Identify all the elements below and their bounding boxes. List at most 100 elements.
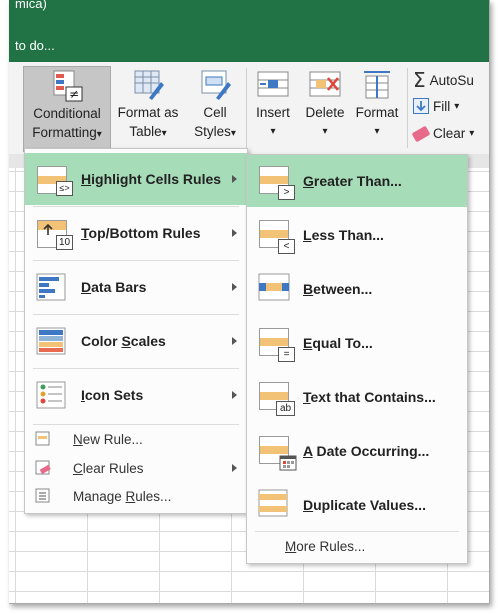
- submenu-arrow-icon: [232, 229, 237, 237]
- conditional-formatting-menu: ≤> Highlight Cells Rules 10 Top/Bottom R…: [24, 148, 248, 514]
- menu-item-label: ata Bars: [91, 279, 147, 295]
- data-bars-icon: [35, 272, 71, 302]
- menu-item-label: ext that Contains...: [310, 389, 436, 405]
- calendar-icon: [257, 434, 297, 471]
- format-button[interactable]: Format ▾: [351, 66, 403, 141]
- chevron-down-icon: ▾: [454, 100, 460, 112]
- autosum-button[interactable]: Σ AutoSu: [413, 68, 474, 92]
- menu-item-label: ighlight Cells Rules: [91, 171, 222, 187]
- submenu-item-between[interactable]: Between...: [247, 263, 467, 315]
- menu-item-label: Date Occurring...: [312, 443, 430, 459]
- ribbon-separator: [246, 68, 247, 148]
- menu-item-icon-sets[interactable]: Icon Sets: [25, 369, 247, 421]
- menu-item-label: ew Rule...: [82, 431, 143, 447]
- submenu-arrow-icon: [232, 283, 237, 291]
- chevron-down-icon: ▾: [322, 126, 328, 137]
- tell-me-box[interactable]: to do...: [15, 38, 55, 53]
- cell-styles-label-2: Styles: [194, 124, 231, 139]
- svg-text:≠: ≠: [69, 87, 79, 101]
- clear-label: Clear: [433, 126, 466, 141]
- insert-button[interactable]: Insert ▾: [249, 66, 297, 141]
- sigma-icon: Σ: [413, 68, 426, 92]
- cell-styles-icon: [198, 68, 232, 102]
- clear-button[interactable]: Clear ▾: [411, 125, 475, 142]
- equal-to-icon: =: [257, 326, 295, 362]
- conditional-formatting-label-1: Conditional: [33, 106, 101, 121]
- chevron-down-icon: ▾: [230, 128, 236, 139]
- duplicate-values-icon: [257, 488, 293, 522]
- submenu-item-greater-than[interactable]: > Greater Than...: [247, 155, 467, 207]
- new-rule-icon: [35, 431, 51, 447]
- title-text: mica): [15, 0, 47, 11]
- submenu-item-text-contains[interactable]: ab Text that Contains...: [247, 371, 467, 423]
- color-scales-icon: [35, 326, 71, 356]
- between-icon: [257, 272, 293, 306]
- menu-item-label: qual To...: [312, 335, 373, 351]
- menu-item-label: uplicate Values...: [313, 497, 426, 513]
- conditional-formatting-button[interactable]: ≠ Conditional Formatting▾: [23, 66, 111, 152]
- title-bar: mica) to do...: [9, 0, 489, 62]
- highlight-cells-icon: ≤>: [35, 164, 73, 196]
- menu-item-label: ess Than...: [311, 227, 384, 243]
- chevron-down-icon: ▾: [469, 128, 475, 139]
- menu-item-label: op/Bottom Rules: [88, 225, 201, 241]
- conditional-formatting-icon: ≠: [50, 69, 84, 103]
- submenu-arrow-icon: [232, 337, 237, 345]
- submenu-item-equal-to[interactable]: = Equal To...: [247, 317, 467, 369]
- submenu-item-less-than[interactable]: < Less Than...: [247, 209, 467, 261]
- menu-item-label: etween...: [313, 281, 373, 297]
- delete-label: Delete: [305, 105, 345, 120]
- menu-item-manage-rules[interactable]: Manage Rules...: [25, 482, 247, 510]
- format-label: Format: [355, 105, 399, 120]
- menu-item-highlight-cells-rules[interactable]: ≤> Highlight Cells Rules: [25, 153, 247, 205]
- menu-divider: [255, 531, 459, 532]
- insert-cells-icon: [256, 68, 290, 102]
- less-than-icon: <: [257, 218, 295, 254]
- top-bottom-icon: 10: [35, 218, 73, 250]
- submenu-item-more-rules[interactable]: More Rules...: [247, 535, 467, 559]
- format-as-table-label-1: Format as: [117, 105, 179, 120]
- cell-styles-label-1: Cell: [203, 105, 227, 120]
- fill-label: Fill: [433, 98, 451, 114]
- format-as-table-icon: [131, 68, 165, 102]
- submenu-arrow-icon: [232, 175, 237, 183]
- menu-item-clear-rules[interactable]: Clear Rules: [25, 454, 247, 482]
- cell-styles-button[interactable]: Cell Styles▾: [187, 66, 243, 143]
- submenu-item-duplicate-values[interactable]: Duplicate Values...: [247, 479, 467, 531]
- clear-rules-icon: [35, 460, 51, 476]
- menu-item-label: ore Rules...: [296, 539, 366, 554]
- menu-item-color-scales[interactable]: Color Scales: [25, 315, 247, 367]
- delete-button[interactable]: Delete ▾: [301, 66, 349, 141]
- menu-item-label: ules...: [135, 488, 172, 504]
- eraser-icon: [411, 125, 431, 142]
- submenu-item-date-occurring[interactable]: A Date Occurring...: [247, 425, 467, 477]
- chevron-down-icon: ▾: [96, 129, 102, 140]
- greater-than-icon: >: [257, 164, 295, 200]
- ribbon-separator: [407, 68, 408, 148]
- menu-item-new-rule[interactable]: New Rule...: [25, 425, 247, 453]
- menu-item-data-bars[interactable]: Data Bars: [25, 261, 247, 313]
- menu-item-label: lear Rules: [82, 460, 144, 476]
- autosum-label: AutoSu: [429, 72, 474, 88]
- fill-button[interactable]: Fill ▾: [413, 98, 459, 114]
- ribbon-home: ≠ Conditional Formatting▾ Format as Tabl…: [9, 62, 489, 155]
- format-cells-icon: [360, 68, 394, 102]
- menu-item-label: reater Than...: [313, 173, 402, 189]
- menu-item-label: con Sets: [84, 387, 144, 403]
- conditional-formatting-label-2: Formatting: [32, 125, 97, 140]
- chevron-down-icon: ▾: [161, 128, 167, 139]
- delete-cells-icon: [308, 68, 342, 102]
- format-as-table-label-2: Table: [129, 124, 162, 139]
- fill-down-icon: [413, 98, 429, 114]
- format-as-table-button[interactable]: Format as Table▾: [113, 66, 183, 143]
- icon-sets-icon: [35, 380, 71, 410]
- manage-rules-icon: [35, 488, 51, 504]
- chevron-down-icon: ▾: [374, 126, 380, 137]
- text-contains-icon: ab: [257, 380, 295, 416]
- chevron-down-icon: ▾: [270, 126, 276, 137]
- submenu-arrow-icon: [232, 464, 237, 472]
- submenu-arrow-icon: [232, 391, 237, 399]
- menu-item-top-bottom-rules[interactable]: 10 Top/Bottom Rules: [25, 207, 247, 259]
- highlight-cells-submenu: > Greater Than... < Less Than... Between…: [246, 154, 468, 564]
- menu-item-label: cales: [130, 333, 166, 349]
